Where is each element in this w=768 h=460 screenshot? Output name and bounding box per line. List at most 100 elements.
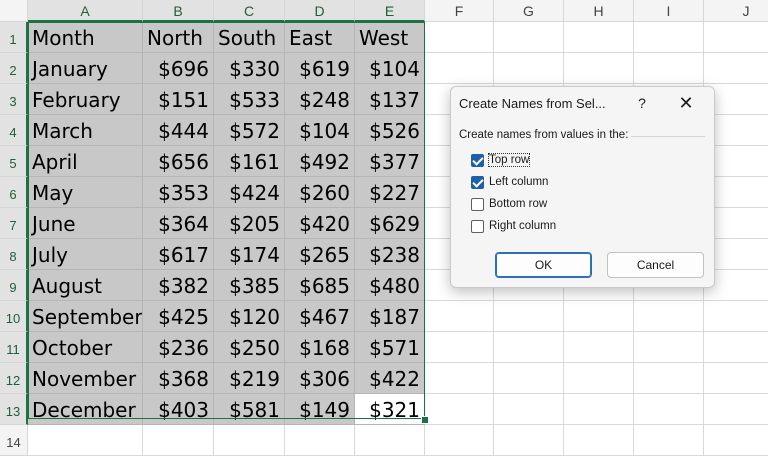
cell-c5[interactable]: $161 xyxy=(214,146,285,177)
cell-i12[interactable] xyxy=(634,363,704,394)
cell-a9[interactable]: August xyxy=(28,270,143,301)
cell-f12[interactable] xyxy=(425,363,494,394)
cell-b10[interactable]: $425 xyxy=(143,301,214,332)
cell-b11[interactable]: $236 xyxy=(143,332,214,363)
cell-i13[interactable] xyxy=(634,394,704,425)
cell-d10[interactable]: $467 xyxy=(285,301,355,332)
cell-j1[interactable] xyxy=(704,22,768,53)
row-header-2[interactable]: 2 xyxy=(0,53,28,84)
row-header-4[interactable]: 4 xyxy=(0,115,28,146)
cell-c3[interactable]: $533 xyxy=(214,84,285,115)
cell-b13[interactable]: $403 xyxy=(143,394,214,425)
bottom-row-label[interactable]: Bottom row xyxy=(489,198,547,210)
cell-j2[interactable] xyxy=(704,53,768,84)
column-header-b[interactable]: B xyxy=(143,0,214,22)
ok-button[interactable]: OK xyxy=(495,252,592,278)
fill-handle[interactable] xyxy=(421,416,429,424)
right-column-checkbox[interactable] xyxy=(471,219,484,233)
cell-e12[interactable]: $422 xyxy=(355,363,425,394)
cell-b9[interactable]: $382 xyxy=(143,270,214,301)
close-icon[interactable]: ✕ xyxy=(673,93,699,113)
cell-e7[interactable]: $629 xyxy=(355,208,425,239)
cell-e6[interactable]: $227 xyxy=(355,177,425,208)
cell-e8[interactable]: $238 xyxy=(355,239,425,270)
column-header-h[interactable]: H xyxy=(564,0,634,22)
cell-j13[interactable] xyxy=(704,394,768,425)
column-header-d[interactable]: D xyxy=(285,0,355,22)
cell-b3[interactable]: $151 xyxy=(143,84,214,115)
cell-f1[interactable] xyxy=(425,22,494,53)
column-header-j[interactable]: J xyxy=(704,0,768,22)
column-header-a[interactable]: A xyxy=(28,0,143,22)
cell-c1[interactable]: South xyxy=(214,22,285,53)
cell-g12[interactable] xyxy=(494,363,564,394)
cell-b8[interactable]: $617 xyxy=(143,239,214,270)
row-header-13[interactable]: 13 xyxy=(0,394,28,425)
cell-a5[interactable]: April xyxy=(28,146,143,177)
right-column-label[interactable]: Right column xyxy=(489,220,556,232)
right-column-option[interactable]: Right column xyxy=(471,218,556,234)
cell-e11[interactable]: $571 xyxy=(355,332,425,363)
select-all-corner[interactable] xyxy=(0,0,28,22)
cell-e4[interactable]: $526 xyxy=(355,115,425,146)
cell-c13[interactable]: $581 xyxy=(214,394,285,425)
cell-e3[interactable]: $137 xyxy=(355,84,425,115)
cell-c10[interactable]: $120 xyxy=(214,301,285,332)
cell-a4[interactable]: March xyxy=(28,115,143,146)
column-header-e[interactable]: E xyxy=(355,0,425,22)
cell-c9[interactable]: $385 xyxy=(214,270,285,301)
cell-e9[interactable]: $480 xyxy=(355,270,425,301)
cell-h11[interactable] xyxy=(564,332,634,363)
cell-c8[interactable]: $174 xyxy=(214,239,285,270)
cell-a2[interactable]: January xyxy=(28,53,143,84)
cell-h1[interactable] xyxy=(564,22,634,53)
cell-g11[interactable] xyxy=(494,332,564,363)
cell-d13[interactable]: $149 xyxy=(285,394,355,425)
cell-c12[interactable]: $219 xyxy=(214,363,285,394)
top-row-option[interactable]: Top row xyxy=(471,152,531,168)
cell-c2[interactable]: $330 xyxy=(214,53,285,84)
cell-d12[interactable]: $306 xyxy=(285,363,355,394)
cell-i1[interactable] xyxy=(634,22,704,53)
left-column-option[interactable]: Left column xyxy=(471,174,548,190)
column-header-c[interactable]: C xyxy=(214,0,285,22)
cell-i10[interactable] xyxy=(634,301,704,332)
column-header-i[interactable]: I xyxy=(634,0,704,22)
cell-e13[interactable]: $321 xyxy=(355,394,425,425)
cell-d3[interactable]: $248 xyxy=(285,84,355,115)
cell-d8[interactable]: $265 xyxy=(285,239,355,270)
cell-e2[interactable]: $104 xyxy=(355,53,425,84)
cancel-button[interactable]: Cancel xyxy=(607,252,704,278)
cell-j11[interactable] xyxy=(704,332,768,363)
row-header-8[interactable]: 8 xyxy=(0,239,28,270)
cell-c4[interactable]: $572 xyxy=(214,115,285,146)
row-header-6[interactable]: 6 xyxy=(0,177,28,208)
cell-d6[interactable]: $260 xyxy=(285,177,355,208)
top-row-label[interactable]: Top row xyxy=(487,153,531,167)
bottom-row-option[interactable]: Bottom row xyxy=(471,196,547,212)
cell-h13[interactable] xyxy=(564,394,634,425)
row-header-9[interactable]: 9 xyxy=(0,270,28,301)
left-column-label[interactable]: Left column xyxy=(489,176,548,188)
bottom-row-checkbox[interactable] xyxy=(471,197,484,211)
cell-b4[interactable]: $444 xyxy=(143,115,214,146)
cell-b6[interactable]: $353 xyxy=(143,177,214,208)
row-header-10[interactable]: 10 xyxy=(0,301,28,332)
cell-j12[interactable] xyxy=(704,363,768,394)
cell-a12[interactable]: November xyxy=(28,363,143,394)
cell-g1[interactable] xyxy=(494,22,564,53)
cell-i11[interactable] xyxy=(634,332,704,363)
cell-d1[interactable]: East xyxy=(285,22,355,53)
cell-e10[interactable]: $187 xyxy=(355,301,425,332)
cell-d7[interactable]: $420 xyxy=(285,208,355,239)
cell-a7[interactable]: June xyxy=(28,208,143,239)
row-header-1[interactable]: 1 xyxy=(0,22,28,53)
cell-i2[interactable] xyxy=(634,53,704,84)
cell-c7[interactable]: $205 xyxy=(214,208,285,239)
cell-a8[interactable]: July xyxy=(28,239,143,270)
cell-c6[interactable]: $424 xyxy=(214,177,285,208)
help-button[interactable]: ? xyxy=(631,93,653,113)
cell-f2[interactable] xyxy=(425,53,494,84)
cell-d2[interactable]: $619 xyxy=(285,53,355,84)
cell-j10[interactable] xyxy=(704,301,768,332)
